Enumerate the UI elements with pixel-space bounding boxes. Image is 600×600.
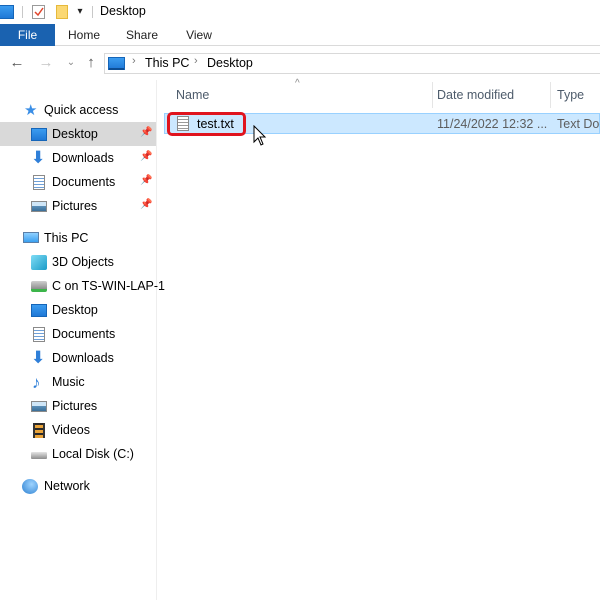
column-header-label: Date modified: [437, 88, 515, 102]
star-icon: ★: [24, 102, 38, 119]
documents-icon: [33, 175, 45, 190]
downloads-icon: ⬇: [31, 348, 46, 367]
forward-button[interactable]: →: [37, 53, 55, 73]
sidebar-item-desktop[interactable]: Desktop: [0, 298, 156, 322]
sidebar-item-label: Music: [52, 375, 85, 389]
sidebar-item-pictures[interactable]: Pictures: [0, 394, 156, 418]
sidebar-item-network-drive[interactable]: C on TS-WIN-LAP-1: [0, 274, 165, 298]
mouse-cursor-icon: [253, 125, 267, 146]
column-header-type[interactable]: Type: [551, 80, 600, 110]
sidebar-item-label: Documents: [52, 175, 116, 189]
sidebar-item-videos[interactable]: Videos: [0, 418, 156, 442]
network-drive-icon: [31, 281, 47, 292]
local-disk-icon: [31, 452, 47, 459]
properties-icon[interactable]: [32, 5, 45, 19]
recent-locations-button[interactable]: ⌄: [62, 53, 80, 73]
sidebar-item-label: Downloads: [52, 151, 114, 165]
breadcrumb-separator[interactable]: ›: [194, 55, 198, 67]
sidebar-item-pictures-pinned[interactable]: Pictures 📌: [0, 194, 156, 218]
window-title: Desktop: [100, 4, 146, 18]
tab-share[interactable]: Share: [121, 24, 163, 46]
pin-icon: 📌: [140, 127, 153, 138]
tab-file[interactable]: File: [0, 24, 55, 46]
music-icon: ♪: [32, 373, 41, 392]
sidebar-item-label: Pictures: [52, 399, 98, 413]
sidebar-item-3d-objects[interactable]: 3D Objects: [0, 250, 156, 274]
desktop-icon: [31, 304, 47, 317]
sidebar-item-label: Desktop: [52, 303, 98, 317]
title-bar: ▾ Desktop: [0, 0, 600, 24]
pin-icon: 📌: [140, 199, 153, 210]
annotation-highlight-box: [167, 112, 246, 136]
customize-toolbar-icon[interactable]: ▾: [75, 5, 85, 19]
sidebar-item-label: Downloads: [52, 351, 114, 365]
address-bar[interactable]: › This PC › Desktop: [104, 53, 600, 74]
sidebar-item-local-disk[interactable]: Local Disk (C:): [0, 442, 156, 466]
sidebar-item-quick-access[interactable]: ★ Quick access: [0, 98, 156, 122]
explorer-window-icon[interactable]: [0, 5, 14, 19]
arrow-up-icon: ↑: [87, 54, 95, 71]
this-pc-location-icon: [108, 57, 125, 70]
sidebar-item-this-pc[interactable]: This PC: [0, 226, 156, 250]
sidebar-item-label: Quick access: [44, 103, 119, 117]
sidebar-item-label: Videos: [52, 423, 90, 437]
tab-view[interactable]: View: [180, 24, 218, 46]
arrow-right-icon: →: [38, 54, 54, 71]
title-separator: [92, 6, 93, 18]
sidebar-item-downloads-pinned[interactable]: ⬇ Downloads 📌: [0, 146, 156, 170]
back-button[interactable]: ←: [8, 53, 26, 73]
breadcrumb-this-pc[interactable]: This PC: [145, 56, 189, 70]
sidebar-item-label: This PC: [44, 231, 89, 245]
tab-home[interactable]: Home: [62, 24, 106, 46]
sidebar-item-label: Pictures: [52, 199, 98, 213]
sidebar-item-downloads[interactable]: ⬇ Downloads: [0, 346, 156, 370]
column-header-label: Name: [176, 88, 210, 102]
sidebar-item-label: 3D Objects: [52, 255, 114, 269]
pin-icon: 📌: [140, 151, 153, 162]
sidebar-item-label: Desktop: [52, 127, 98, 141]
sidebar-item-label: Documents: [52, 327, 116, 341]
new-folder-icon[interactable]: [56, 5, 68, 19]
column-header-date-modified[interactable]: Date modified: [433, 80, 550, 110]
ribbon-tabs: File Home Share View: [0, 24, 600, 46]
arrow-left-icon: ←: [9, 54, 25, 71]
sidebar-item-documents-pinned[interactable]: Documents 📌: [0, 170, 156, 194]
navigation-bar: ← → ⌄ ↑ › This PC › Desktop: [0, 47, 600, 79]
breadcrumb-desktop[interactable]: Desktop: [207, 56, 253, 70]
up-button[interactable]: ↑: [82, 53, 100, 73]
title-separator: [22, 6, 23, 18]
downloads-icon: ⬇: [31, 148, 46, 167]
sidebar-item-label: C on TS-WIN-LAP-1: [52, 279, 165, 293]
navigation-pane: ★ Quick access Desktop 📌 ⬇ Downloads 📌 D…: [0, 80, 165, 600]
sidebar-item-music[interactable]: ♪ Music: [0, 370, 156, 394]
file-type: Text Doc: [557, 117, 600, 131]
documents-icon: [33, 327, 45, 342]
file-date-modified: 11/24/2022 12:32 ...: [437, 117, 548, 131]
file-list: ^ Name Date modified Type test.txt 11/24…: [158, 78, 600, 600]
pictures-icon: [31, 201, 47, 212]
desktop-icon: [31, 128, 47, 141]
pictures-icon: [31, 401, 47, 412]
chevron-down-icon: ⌄: [66, 57, 76, 68]
sidebar-item-label: Network: [44, 479, 90, 493]
sidebar-item-desktop-pinned[interactable]: Desktop 📌: [0, 122, 156, 146]
sidebar-item-network[interactable]: Network: [0, 474, 156, 498]
videos-icon: [33, 423, 45, 438]
pin-icon: 📌: [140, 175, 153, 186]
this-pc-icon: [23, 232, 39, 243]
column-header-name[interactable]: Name: [168, 80, 432, 110]
3d-objects-icon: [31, 255, 47, 270]
sidebar-item-label: Local Disk (C:): [52, 447, 134, 461]
sidebar-item-documents[interactable]: Documents: [0, 322, 156, 346]
column-header-label: Type: [557, 88, 585, 102]
network-icon: [22, 479, 38, 494]
breadcrumb-separator[interactable]: ›: [132, 55, 136, 67]
